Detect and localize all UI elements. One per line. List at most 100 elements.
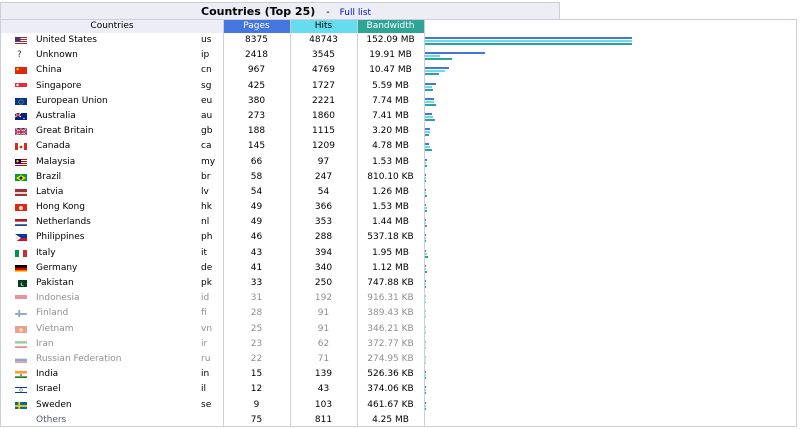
bandwidth-bar bbox=[425, 240, 426, 243]
hits-value: 4769 bbox=[312, 65, 335, 76]
bar-group bbox=[425, 261, 795, 276]
others-bandwidth: 4.25 MB bbox=[372, 414, 409, 425]
hits-bar bbox=[425, 252, 427, 255]
pages-value: 967 bbox=[247, 65, 266, 76]
hits-value: 1860 bbox=[312, 110, 335, 121]
country-code: ir bbox=[201, 338, 208, 349]
cn-flag-icon bbox=[15, 66, 27, 75]
hits-value: 139 bbox=[314, 369, 333, 380]
country-code: id bbox=[201, 293, 210, 304]
table-row: China cn 967 4769 10.47 MB bbox=[1, 63, 796, 78]
hits-bar bbox=[425, 85, 432, 88]
header-bandwidth: Bandwidth bbox=[357, 20, 424, 33]
country-name: Netherlands bbox=[36, 217, 91, 228]
hits-bar bbox=[425, 222, 426, 225]
bar-group bbox=[425, 367, 795, 382]
hits-value: 250 bbox=[314, 278, 333, 288]
pages-value: 58 bbox=[250, 171, 263, 182]
pages-bar bbox=[425, 158, 427, 161]
hits-bar bbox=[425, 328, 426, 331]
table-row: Philippines ph 46 288 537.18 KB bbox=[1, 230, 796, 245]
in-flag-icon bbox=[15, 370, 27, 379]
table-body: United States us 8375 48743 152.09 MB? Unknow… bbox=[1, 33, 796, 428]
bandwidth-bar bbox=[425, 118, 435, 121]
full-list-link[interactable]: Full list bbox=[340, 8, 371, 18]
country-name: European Union bbox=[36, 95, 108, 106]
country-name: Malaysia bbox=[36, 156, 76, 167]
ru-flag-icon bbox=[15, 355, 27, 363]
country-name: Australia bbox=[36, 110, 76, 121]
pages-bar bbox=[425, 52, 485, 55]
bandwidth-value: 346.21 KB bbox=[367, 323, 414, 334]
country-name: Indonesia bbox=[36, 293, 80, 304]
country-code: us bbox=[201, 35, 212, 45]
bar-group bbox=[425, 170, 795, 185]
bandwidth-value: 461.67 KB bbox=[367, 399, 414, 410]
pages-value: 28 bbox=[250, 308, 263, 319]
country-name: Italy bbox=[36, 247, 56, 258]
hk-flag-icon bbox=[15, 203, 27, 212]
hits-value: 91 bbox=[317, 308, 330, 319]
countries-table: Countries Pages Hits Bandwidth United St… bbox=[0, 19, 797, 427]
others-pages: 75 bbox=[250, 414, 263, 425]
pages-bar bbox=[425, 371, 426, 374]
bar-group bbox=[425, 230, 795, 245]
bandwidth-value: 1.95 MB bbox=[372, 247, 409, 258]
bar-group bbox=[425, 109, 795, 124]
others-label: Others bbox=[36, 414, 67, 425]
country-code: vn bbox=[201, 323, 213, 334]
pages-value: 8375 bbox=[245, 35, 268, 45]
vn-flag-icon bbox=[15, 325, 27, 333]
header-pages: Pages bbox=[223, 20, 290, 33]
bandwidth-bar bbox=[425, 43, 632, 45]
hits-bar bbox=[425, 267, 426, 270]
hits-bar bbox=[425, 237, 426, 240]
country-name: Unknown bbox=[36, 50, 78, 61]
hits-value: 43 bbox=[317, 384, 330, 395]
table-row: Australia au 273 1860 7.41 MB bbox=[1, 109, 796, 124]
hits-bar bbox=[425, 40, 632, 42]
bandwidth-value: 1.44 MB bbox=[372, 217, 409, 228]
bar-group bbox=[425, 306, 795, 321]
bar-group bbox=[425, 139, 795, 154]
hits-bar bbox=[425, 374, 426, 377]
bandwidth-value: 5.59 MB bbox=[372, 80, 409, 91]
hits-value: 366 bbox=[314, 202, 333, 213]
pages-value: 41 bbox=[250, 262, 263, 273]
bar-group bbox=[425, 322, 795, 337]
hits-value: 288 bbox=[314, 232, 333, 243]
pages-bar bbox=[425, 128, 430, 131]
pages-value: 273 bbox=[247, 110, 266, 121]
my-flag-icon bbox=[15, 158, 27, 166]
table-row: Canada ca 145 1209 4.78 MB bbox=[1, 139, 796, 154]
pages-value: 49 bbox=[250, 202, 263, 213]
table-row: Malaysia my 66 97 1.53 MB bbox=[1, 155, 796, 170]
pages-value: 12 bbox=[250, 384, 263, 395]
bar-group bbox=[425, 200, 795, 215]
hits-value: 1209 bbox=[312, 141, 335, 152]
country-code: eu bbox=[201, 95, 213, 106]
country-name: Canada bbox=[36, 141, 71, 152]
pages-bar bbox=[425, 219, 426, 222]
bandwidth-bar bbox=[425, 149, 432, 152]
pages-value: 188 bbox=[247, 126, 266, 137]
country-code: br bbox=[201, 171, 211, 182]
bandwidth-bar bbox=[425, 210, 427, 213]
country-name: China bbox=[36, 65, 62, 76]
bar-group bbox=[425, 246, 795, 261]
country-code: pk bbox=[201, 278, 212, 288]
country-code: ru bbox=[201, 353, 211, 364]
bandwidth-value: 747.88 KB bbox=[367, 278, 414, 288]
pages-bar bbox=[425, 37, 632, 39]
hits-value: 353 bbox=[314, 217, 333, 228]
hits-bar bbox=[425, 313, 426, 316]
country-name: Finland bbox=[36, 308, 69, 319]
hits-bar bbox=[425, 298, 426, 301]
table-row: Russian Federation ru 22 71 274.95 KB bbox=[1, 352, 796, 367]
bandwidth-bar bbox=[425, 361, 426, 364]
country-code: ca bbox=[201, 141, 212, 152]
pages-bar bbox=[425, 401, 426, 404]
table-row: United States us 8375 48743 152.09 MB bbox=[1, 33, 796, 48]
others-row: Others 75 811 4.25 MB bbox=[1, 413, 796, 428]
country-name: Iran bbox=[36, 338, 54, 349]
